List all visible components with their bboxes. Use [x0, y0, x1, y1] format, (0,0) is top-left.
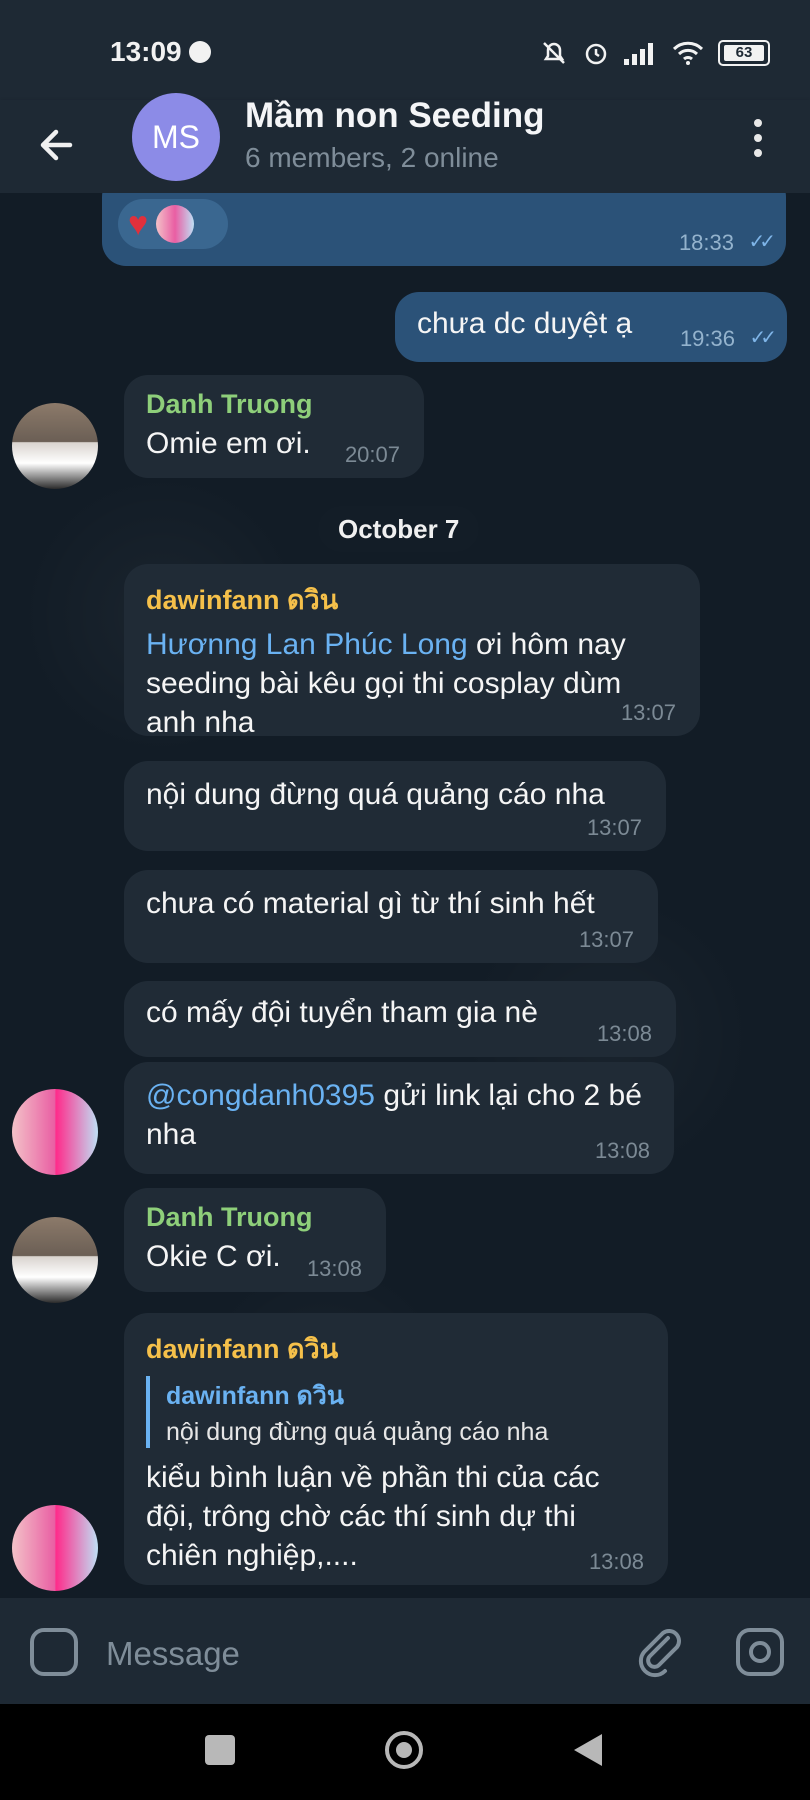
sender-name[interactable]: dawinfann ดวิน [146, 578, 678, 621]
avatar-dawinfann[interactable] [12, 1505, 98, 1591]
sender-name[interactable]: Danh Truong [146, 389, 402, 420]
heart-reaction-icon: ♥ [128, 204, 149, 243]
home-icon[interactable] [385, 1731, 423, 1769]
camera-icon[interactable] [736, 1628, 784, 1676]
incoming-message[interactable]: có mấy đội tuyển tham gia nè 13:08 [124, 981, 676, 1057]
read-checks-icon: ✓✓ [749, 327, 776, 349]
message-text: @congdanh0395 gửi link lại cho 2 bé nha [146, 1076, 652, 1154]
incoming-message[interactable]: dawinfann ดวิน dawinfann ดวิน nội dung đ… [124, 1313, 668, 1585]
message-time: 13:08 [588, 1549, 644, 1574]
back-arrow-icon[interactable] [30, 118, 84, 172]
avatar-danh-truong[interactable] [12, 403, 98, 489]
incoming-message[interactable]: Danh Truong Okie C ơi. 13:08 [124, 1188, 386, 1292]
nav-back-icon[interactable] [574, 1734, 602, 1766]
message-text: có mấy đội tuyển tham gia nè [146, 996, 538, 1029]
reply-sender: dawinfann ดวิน [166, 1382, 344, 1410]
mention-link[interactable]: @congdanh0395 [146, 1079, 375, 1112]
reply-text: nội dung đừng quá quảng cáo nha [166, 1418, 549, 1446]
message-time: 13:08 [596, 1021, 652, 1046]
message-input[interactable] [104, 1628, 608, 1680]
message-time: 13:07 [620, 700, 676, 725]
status-time: 13:09 [110, 36, 182, 67]
avatar-dawinfann[interactable] [12, 1089, 98, 1175]
incoming-message[interactable]: @congdanh0395 gửi link lại cho 2 bé nha … [124, 1062, 674, 1174]
message-time: 13:08 [594, 1138, 650, 1163]
message-time: 20:07 [344, 442, 400, 467]
chat-area: ♥ 18:33 ✓✓ chưa dc duyệt ạ 19:36 ✓✓ Danh… [0, 193, 810, 1598]
signal-icon [624, 43, 653, 65]
alarm-icon [585, 43, 607, 65]
reactions-bar[interactable]: ♥ [118, 199, 228, 249]
reactor-avatar [156, 205, 195, 243]
status-icons: 63 [540, 36, 770, 70]
sender-name[interactable]: Danh Truong [146, 1202, 364, 1233]
message-text: kiểu bình luận về phần thi của các đội, … [146, 1461, 600, 1572]
group-subtitle: 6 members, 2 online [245, 142, 499, 173]
emoji-sticker-icon[interactable] [30, 1628, 78, 1676]
incoming-message[interactable]: nội dung đừng quá quảng cáo nha 13:07 [124, 761, 666, 851]
messenger-notification-icon [189, 41, 211, 63]
paperclip-icon[interactable] [636, 1626, 682, 1678]
outgoing-message[interactable]: chưa dc duyệt ạ 19:36 ✓✓ [395, 292, 787, 362]
message-text: Hươnng Lan Phúc Long ơi hôm nay seeding … [146, 625, 678, 742]
battery-level: 63 [724, 45, 764, 61]
message-text: chưa có material gì từ thí sinh hết [146, 887, 595, 920]
incoming-message[interactable]: Danh Truong Omie em ơi. 20:07 [124, 375, 424, 478]
message-text: nội dung đừng quá quảng cáo nha [146, 778, 605, 811]
avatar-danh-truong[interactable] [12, 1217, 98, 1303]
incoming-message[interactable]: chưa có material gì từ thí sinh hết 13:0… [124, 870, 658, 963]
outgoing-message[interactable]: ♥ 18:33 ✓✓ [102, 193, 786, 266]
reply-quote[interactable]: dawinfann ดวิน nội dung đừng quá quảng c… [146, 1376, 646, 1448]
recents-icon[interactable] [205, 1735, 235, 1765]
sender-name[interactable]: dawinfann ดวิน [146, 1327, 646, 1370]
mute-bell-icon [543, 42, 565, 64]
group-title[interactable]: Mầm non Seeding [245, 96, 544, 136]
message-time: 13:07 [578, 927, 634, 952]
message-time: 13:07 [586, 815, 642, 840]
message-time: 18:33 [678, 230, 734, 255]
battery-icon: 63 [718, 40, 770, 66]
message-time: 19:36 [679, 326, 735, 351]
group-avatar[interactable]: MS [132, 93, 220, 181]
date-separator: October 7 [318, 506, 480, 552]
message-time: 13:08 [306, 1256, 362, 1281]
mention-link[interactable]: Hươnng Lan Phúc Long [146, 628, 468, 661]
incoming-message[interactable]: dawinfann ดวิน Hươnng Lan Phúc Long ơi h… [124, 564, 700, 739]
more-menu-icon[interactable] [740, 108, 776, 168]
read-checks-icon: ✓✓ [748, 231, 775, 253]
wifi-icon [672, 41, 704, 65]
